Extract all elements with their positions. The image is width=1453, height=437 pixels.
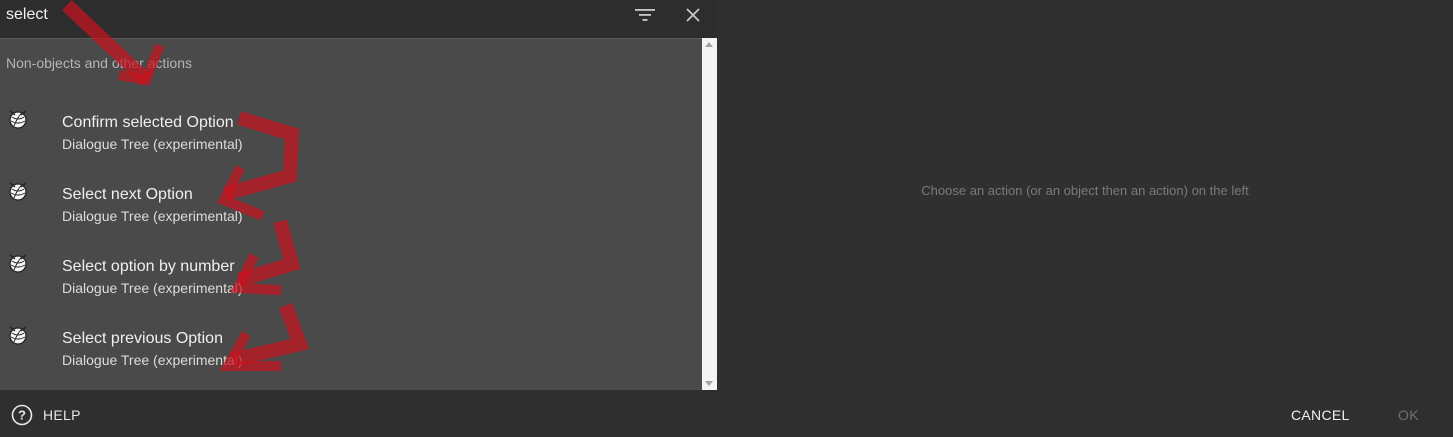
empty-state-message: Choose an action (or an object then an a…	[921, 183, 1249, 198]
close-icon	[686, 8, 700, 22]
action-name: Select option by number	[62, 258, 235, 275]
action-list: Non-objects and other actions Confirm se…	[0, 38, 702, 390]
list-item[interactable]: Select previous Option Dialogue Tree (ex…	[0, 302, 702, 374]
action-group: Dialogue Tree (experimental)	[62, 136, 243, 152]
help-circle-icon: ?	[11, 404, 33, 426]
close-search-button[interactable]	[681, 4, 705, 26]
dialog-footer: ? HELP CANCEL OK	[0, 390, 1453, 437]
yarn-ball-icon	[9, 110, 27, 129]
action-name: Select next Option	[62, 186, 193, 203]
scroll-down-arrow-icon[interactable]	[705, 381, 713, 386]
scroll-thumb[interactable]	[704, 52, 715, 376]
action-name: Confirm selected Option	[62, 114, 234, 131]
action-group: Dialogue Tree (experimental)	[62, 280, 243, 296]
ok-button[interactable]: OK	[1398, 407, 1419, 423]
action-chooser-panel: Non-objects and other actions Confirm se…	[0, 0, 717, 390]
help-label: HELP	[43, 407, 81, 423]
list-item[interactable]: Select option by number Dialogue Tree (e…	[0, 230, 702, 302]
yarn-ball-icon	[9, 254, 27, 273]
list-item[interactable]: Confirm selected Option Dialogue Tree (e…	[0, 86, 702, 158]
list-scrollbar[interactable]	[702, 38, 717, 390]
cancel-button[interactable]: CANCEL	[1291, 407, 1350, 423]
svg-text:?: ?	[18, 408, 26, 423]
yarn-ball-icon	[9, 326, 27, 345]
filter-button[interactable]	[633, 4, 657, 26]
action-group: Dialogue Tree (experimental)	[62, 208, 243, 224]
search-input[interactable]	[6, 4, 606, 26]
yarn-ball-icon	[9, 182, 27, 201]
action-details-panel: Choose an action (or an object then an a…	[717, 0, 1453, 390]
action-name: Select previous Option	[62, 330, 223, 347]
filter-icon	[635, 9, 655, 21]
help-button[interactable]: ? HELP	[11, 404, 81, 426]
scroll-up-arrow-icon[interactable]	[705, 42, 713, 47]
section-label: Non-objects and other actions	[6, 55, 192, 71]
list-item[interactable]: Select next Option Dialogue Tree (experi…	[0, 158, 702, 230]
search-bar	[0, 0, 717, 38]
action-group: Dialogue Tree (experimental)	[62, 352, 243, 368]
